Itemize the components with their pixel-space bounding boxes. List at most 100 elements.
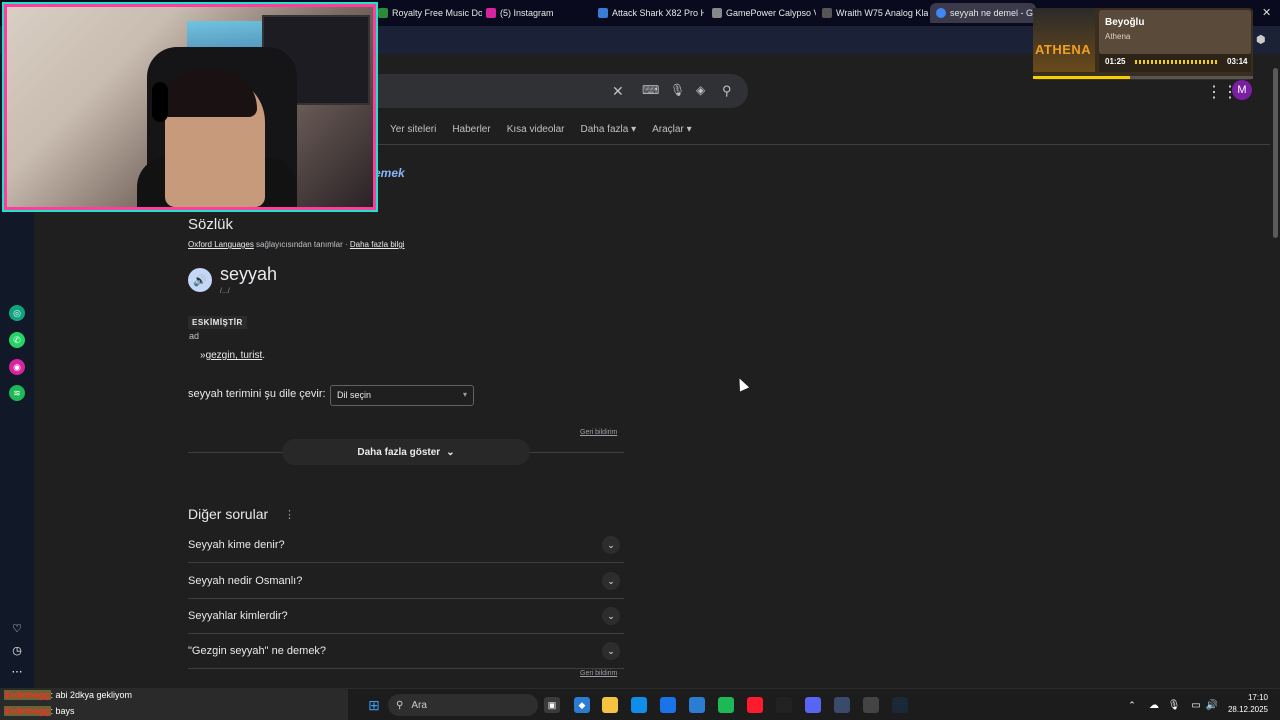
question-text: "Gezgin seyyah" ne demek? — [188, 645, 327, 657]
music-progress-track — [1033, 76, 1253, 79]
headset-icon — [152, 82, 168, 122]
phonetic: /.../ — [220, 288, 230, 295]
chevron-down-icon: ▾ — [462, 390, 467, 399]
taskbar-search-placeholder: Ara — [411, 699, 427, 711]
tab-daha-fazla[interactable]: Daha fazla ▾ — [581, 124, 637, 135]
chat-text: : bays — [50, 706, 75, 716]
account-avatar[interactable]: M — [1232, 80, 1252, 100]
widgets-icon[interactable]: ◆ — [574, 697, 590, 713]
app2-icon[interactable] — [834, 697, 850, 713]
microphone-icon[interactable]: 🎙 — [670, 83, 685, 97]
extension-icon[interactable]: ⬢ — [1256, 33, 1270, 47]
music-player-widget: ATHENA Beyoğlu Athena 01:25 03:14 — [1033, 8, 1253, 80]
total-duration: 03:14 — [1227, 57, 1248, 66]
screen: Royalty Free Music Down (5) Instagram At… — [0, 0, 1280, 720]
tab-favicon-icon — [712, 8, 722, 18]
tab-kisa-videolar[interactable]: Kısa videolar — [507, 124, 565, 135]
tab-araclar[interactable]: Araçlar ▾ — [652, 124, 692, 135]
more-icon[interactable]: ⋯ — [9, 663, 25, 679]
oxford-link[interactable]: Oxford Languages — [188, 240, 254, 249]
tab-daha-fazla-label: Daha fazla — [580, 124, 629, 135]
dictionary-title: Sözlük — [188, 216, 234, 233]
question-text: Seyyahlar kimlerdir? — [188, 610, 288, 622]
chevron-down-icon: ⌄ — [602, 572, 620, 590]
tab-google-search[interactable]: seyyah ne demel - Googl — [930, 3, 1036, 23]
app-icon[interactable] — [776, 697, 792, 713]
opera-icon[interactable] — [747, 697, 763, 713]
close-window-icon[interactable]: ✕ — [1262, 6, 1271, 19]
translate-label: seyyah terimini şu dile çevir: — [188, 388, 326, 400]
tab-wraith[interactable]: Wraith W75 Analog Klavy — [822, 3, 928, 23]
scroll-thumb[interactable] — [1273, 68, 1278, 238]
language-select-value: Dil seçin — [337, 390, 372, 400]
search-icon[interactable]: ⚲ — [722, 83, 732, 99]
spotify-icon[interactable]: ≋ — [9, 385, 25, 401]
file-explorer-icon[interactable] — [602, 697, 618, 713]
question-row[interactable]: Seyyahlar kimlerdir? ⌄ — [188, 599, 624, 634]
chat-message: Erdemogg: abi 2dkya gekliyom — [4, 690, 132, 700]
mouse-cursor-icon — [734, 376, 750, 392]
search-input[interactable]: ✕ ⌨ 🎙 ◈ ⚲ — [364, 74, 748, 108]
part-of-speech: ad — [189, 331, 200, 341]
question-row[interactable]: Seyyah nedir Osmanlı? ⌄ — [188, 564, 624, 599]
show-hidden-icons-icon[interactable]: ⌃ — [1124, 697, 1140, 713]
camera-search-icon[interactable]: ◈ — [696, 83, 705, 97]
people-also-ask-title: Diğer sorular — [188, 506, 269, 522]
tab-attack-shark[interactable]: Attack Shark X82 Pro HE — [598, 3, 704, 23]
language-select[interactable]: Dil seçin ▾ — [330, 385, 474, 406]
app3-icon[interactable] — [863, 697, 879, 713]
search-nav-tabs: Yer siteleri Haberler Kısa videolar Daha… — [390, 124, 692, 135]
whatsapp-icon[interactable]: ✆ — [9, 332, 25, 348]
taskbar-search[interactable]: ⚲ Ara — [388, 694, 538, 716]
google-favicon-icon — [936, 8, 946, 18]
microphone-tray-icon[interactable]: 🎙 — [1166, 697, 1182, 713]
tab-favicon-icon — [598, 8, 608, 18]
network-icon[interactable]: ▭ — [1188, 697, 1204, 713]
show-more-button[interactable]: Daha fazla göster ⌄ — [282, 439, 530, 465]
question-row[interactable]: "Gezgin seyyah" ne demek? ⌄ — [188, 634, 624, 669]
question-row[interactable]: Seyyah kime denir? ⌄ — [188, 528, 624, 563]
keyboard-icon[interactable]: ⌨ — [642, 83, 659, 97]
chatgpt-icon[interactable]: ◎ — [9, 305, 25, 321]
feedback-link[interactable]: Geri bildirim — [580, 429, 617, 436]
chevron-down-icon: ⌄ — [446, 446, 455, 458]
photos-icon[interactable] — [689, 697, 705, 713]
edge-icon[interactable] — [631, 697, 647, 713]
instagram-favicon-icon — [486, 8, 496, 18]
feedback-link[interactable]: Geri bildirim — [580, 670, 617, 677]
pronunciation-speaker-icon[interactable]: 🔊 — [188, 268, 212, 292]
tab-instagram[interactable]: (5) Instagram — [486, 3, 590, 23]
question-text: Seyyah kime denir? — [188, 539, 285, 551]
tab-haberler[interactable]: Haberler — [452, 124, 490, 135]
chevron-down-icon: ▾ — [686, 124, 692, 135]
synonym-link[interactable]: gezgin, turist — [206, 350, 263, 361]
store-icon[interactable] — [660, 697, 676, 713]
cloud-icon[interactable]: ☁ — [1146, 697, 1162, 713]
chevron-down-icon: ⌄ — [602, 607, 620, 625]
page-scrollbar[interactable] — [1270, 54, 1280, 688]
start-button-icon[interactable]: ⊞ — [366, 697, 382, 713]
tab-royalty-music[interactable]: Royalty Free Music Down — [378, 3, 482, 23]
tab-yer-siteleri[interactable]: Yer siteleri — [390, 124, 436, 135]
heart-icon[interactable]: ♡ — [9, 620, 25, 636]
music-progress-fill — [1033, 76, 1130, 79]
synonyms: »gezgin, turist. — [200, 350, 265, 361]
spotify-taskbar-icon[interactable] — [718, 697, 734, 713]
clock-date[interactable]: 28.12.2025 — [1218, 705, 1268, 714]
result-heading[interactable]: emek — [374, 166, 405, 180]
task-view-icon[interactable]: ▣ — [544, 697, 560, 713]
instagram-icon[interactable]: ◉ — [9, 359, 25, 375]
options-icon[interactable]: ⋮ — [284, 508, 295, 521]
album-art: ATHENA — [1033, 8, 1095, 72]
chevron-down-icon: ▾ — [631, 124, 637, 135]
more-info-link[interactable]: Daha fazla bilgi — [350, 240, 405, 249]
steam-icon[interactable] — [892, 697, 908, 713]
discord-icon[interactable] — [805, 697, 821, 713]
clock-time[interactable]: 17:10 — [1224, 693, 1268, 702]
tab-gamepower[interactable]: GamePower Calypso V2 — [712, 3, 816, 23]
chat-username: Erdemogg — [4, 690, 51, 700]
clear-search-icon[interactable]: ✕ — [612, 83, 624, 100]
history-icon[interactable]: ◷ — [9, 642, 25, 658]
show-more-label: Daha fazla göster — [357, 446, 441, 458]
dictionary-source: Oxford Languages sağlayıcısından tanımla… — [188, 240, 405, 249]
